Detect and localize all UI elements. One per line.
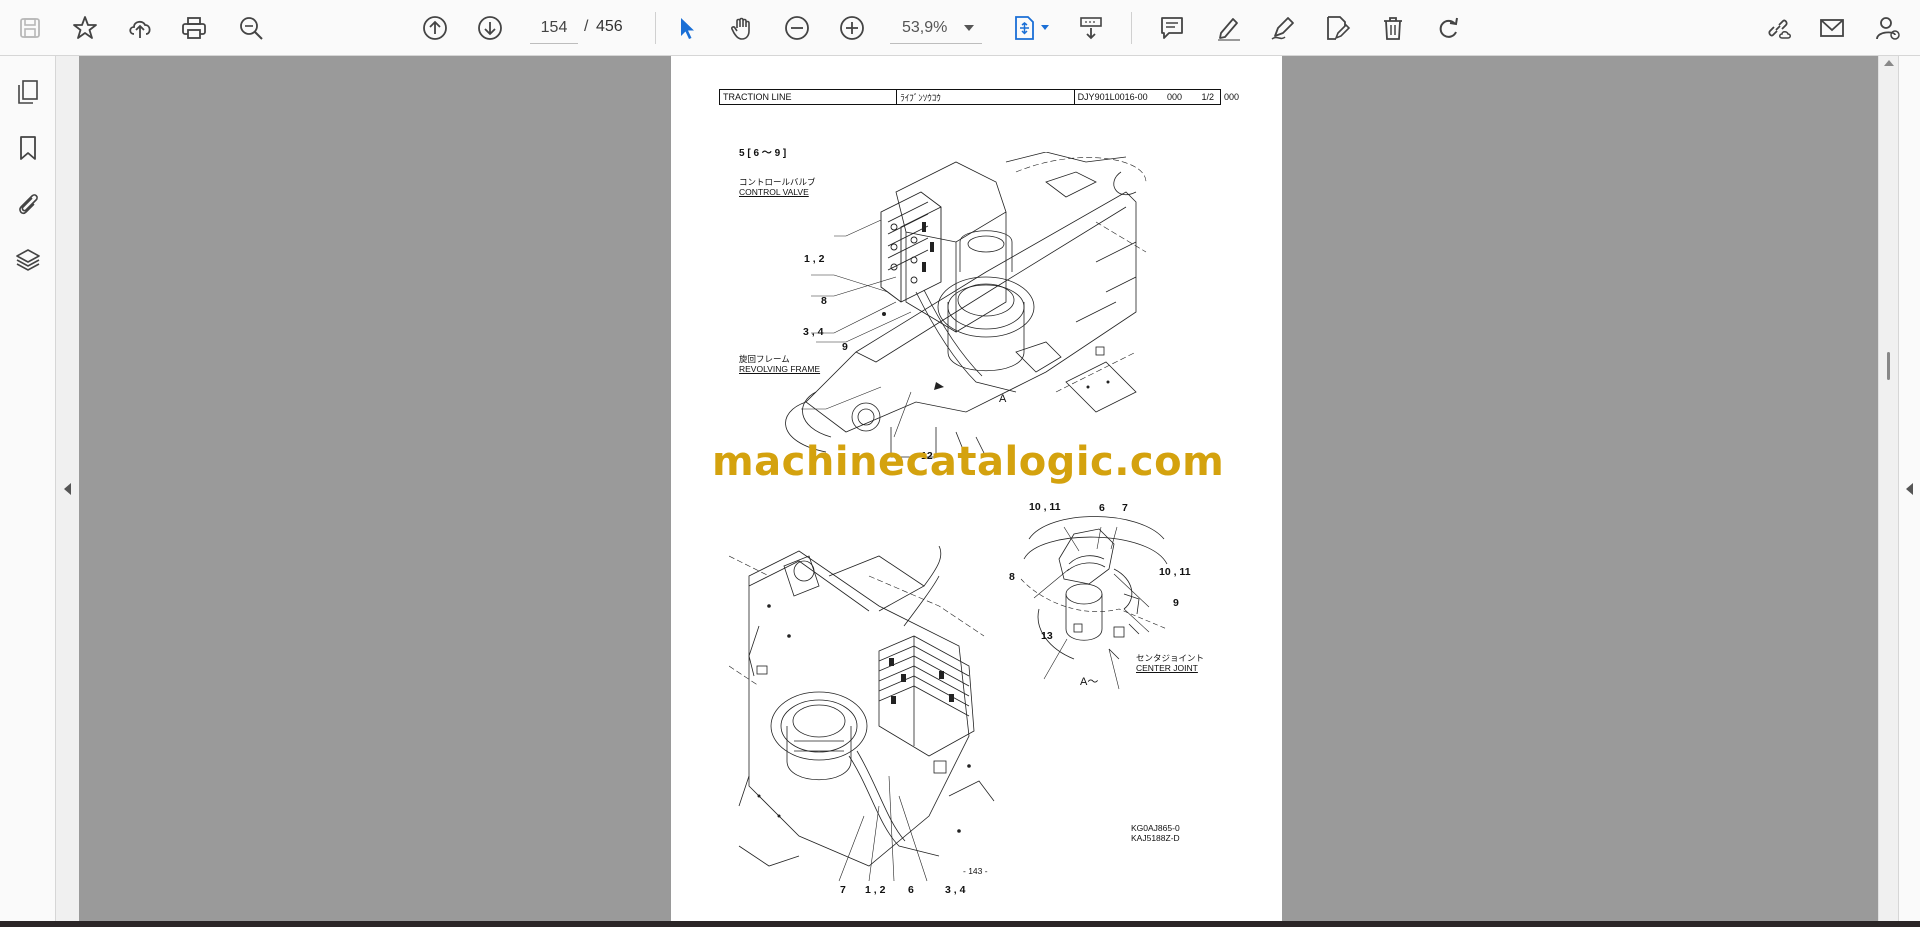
chevron-left-icon bbox=[1906, 482, 1913, 495]
layers-icon[interactable] bbox=[8, 240, 48, 280]
callout-bottom-1-2: 1 , 2 bbox=[865, 884, 886, 896]
zoom-search-icon[interactable] bbox=[231, 8, 271, 48]
page-number: - 143 - bbox=[963, 866, 988, 876]
scroll-mode-icon[interactable] bbox=[1071, 8, 1111, 48]
attachments-icon[interactable] bbox=[8, 184, 48, 224]
header-title: TRACTION LINE bbox=[720, 90, 898, 104]
total-pages: 456 bbox=[596, 18, 623, 35]
callout-detail-10-11-top: 10 , 11 bbox=[1029, 501, 1061, 513]
scroll-up-icon[interactable] bbox=[1884, 60, 1894, 66]
bottom-strip bbox=[0, 921, 1920, 927]
drawing-ref-1: KG0AJ865-0 bbox=[1131, 823, 1180, 833]
select-cursor-icon[interactable] bbox=[667, 8, 707, 48]
label-revolving-frame-jp: 旋回フレーム bbox=[739, 354, 790, 364]
comment-icon[interactable] bbox=[1152, 8, 1192, 48]
callout-bottom-6: 6 bbox=[908, 884, 914, 896]
page-thumbnails-icon[interactable] bbox=[8, 72, 48, 112]
view-a-marker: A bbox=[999, 393, 1007, 405]
callout-top-8: 8 bbox=[821, 295, 827, 307]
chevron-down-icon bbox=[964, 25, 974, 31]
scrollbar-thumb[interactable] bbox=[1887, 352, 1890, 380]
label-center-joint: CENTER JOINT bbox=[1136, 663, 1198, 673]
page-header-table: TRACTION LINE ﾗｲﾌﾞﾝｿｳｺｳ DJY901L0016-00 0… bbox=[719, 89, 1221, 105]
callout-detail-7: 7 bbox=[1122, 502, 1128, 514]
label-center-joint-jp: センタジョイント bbox=[1136, 653, 1205, 663]
bookmark-star-icon[interactable] bbox=[65, 8, 105, 48]
email-icon[interactable] bbox=[1812, 8, 1852, 48]
page-number-input[interactable] bbox=[530, 12, 578, 44]
drawing-ref-2: KAJ5188Z-D bbox=[1131, 833, 1180, 843]
header-sheet: 1/2 bbox=[1201, 92, 1214, 102]
chevron-left-icon bbox=[64, 482, 71, 495]
header-rev: 000 bbox=[1167, 92, 1183, 102]
vertical-scrollbar[interactable] bbox=[1878, 56, 1898, 921]
callout-top-3-4: 3 , 4 bbox=[803, 326, 824, 338]
callout-top-1-2: 1 , 2 bbox=[804, 253, 825, 265]
hand-tool-icon[interactable] bbox=[722, 8, 762, 48]
share-link-icon[interactable] bbox=[1758, 8, 1798, 48]
callout-detail-10-11-right: 10 , 11 bbox=[1159, 566, 1191, 578]
upload-cloud-icon[interactable] bbox=[120, 8, 160, 48]
next-page-icon[interactable] bbox=[470, 8, 510, 48]
view-a-label: A～ bbox=[1080, 676, 1099, 688]
zoom-in-icon[interactable] bbox=[832, 8, 872, 48]
expand-right-panel-button[interactable] bbox=[1898, 56, 1920, 921]
callout-detail-9: 9 bbox=[1173, 597, 1179, 609]
previous-page-icon[interactable] bbox=[415, 8, 455, 48]
header-extra: 000 bbox=[1224, 92, 1240, 102]
revolving-frame-drawing bbox=[785, 152, 1147, 458]
zoom-level-value: 53,9% bbox=[902, 18, 948, 36]
label-control-valve-jp: コントロールバルブ bbox=[739, 177, 816, 187]
draw-pen-icon[interactable] bbox=[1263, 8, 1303, 48]
callout-bottom-7: 7 bbox=[840, 884, 846, 896]
label-control-valve: CONTROL VALVE bbox=[739, 187, 809, 197]
header-code: DJY901L0016-00 bbox=[1077, 92, 1148, 102]
toolbar: / 456 53,9% bbox=[0, 0, 1920, 56]
delete-trash-icon[interactable] bbox=[1373, 8, 1413, 48]
redo-icon[interactable] bbox=[1428, 8, 1468, 48]
page-display-icon[interactable] bbox=[1004, 8, 1044, 48]
highlight-pen-icon[interactable] bbox=[1208, 8, 1248, 48]
account-user-icon[interactable] bbox=[1868, 8, 1908, 48]
toolbar-divider bbox=[1131, 12, 1132, 44]
callout-bottom-3-4: 3 , 4 bbox=[945, 884, 966, 896]
left-tool-rail bbox=[0, 56, 56, 921]
callout-detail-6: 6 bbox=[1099, 502, 1105, 514]
callout-detail-8: 8 bbox=[1009, 571, 1015, 583]
callout-top-9: 9 bbox=[842, 341, 848, 353]
edit-document-icon[interactable] bbox=[1317, 8, 1357, 48]
bookmarks-icon[interactable] bbox=[8, 128, 48, 168]
zoom-level-dropdown[interactable]: 53,9% bbox=[890, 12, 982, 44]
page-separator: / bbox=[584, 18, 589, 35]
pdf-page: TRACTION LINE ﾗｲﾌﾞﾝｿｳｺｳ DJY901L0016-00 0… bbox=[671, 56, 1282, 921]
chevron-down-icon[interactable] bbox=[1041, 25, 1049, 30]
watermark-text: machinecatalogic.com bbox=[712, 439, 1225, 485]
label-revolving-frame: REVOLVING FRAME bbox=[739, 364, 821, 374]
collapse-left-panel-button[interactable] bbox=[56, 56, 79, 921]
callout-detail-13: 13 bbox=[1041, 630, 1053, 642]
control-valve-installation-drawing bbox=[729, 546, 995, 882]
save-icon[interactable] bbox=[10, 8, 50, 48]
zoom-out-icon[interactable] bbox=[777, 8, 817, 48]
header-code-cell: DJY901L0016-00 000 1/2 bbox=[1075, 90, 1220, 104]
toolbar-divider bbox=[655, 12, 656, 44]
print-icon[interactable] bbox=[174, 8, 214, 48]
header-title-jp: ﾗｲﾌﾞﾝｿｳｺｳ bbox=[897, 90, 1075, 104]
